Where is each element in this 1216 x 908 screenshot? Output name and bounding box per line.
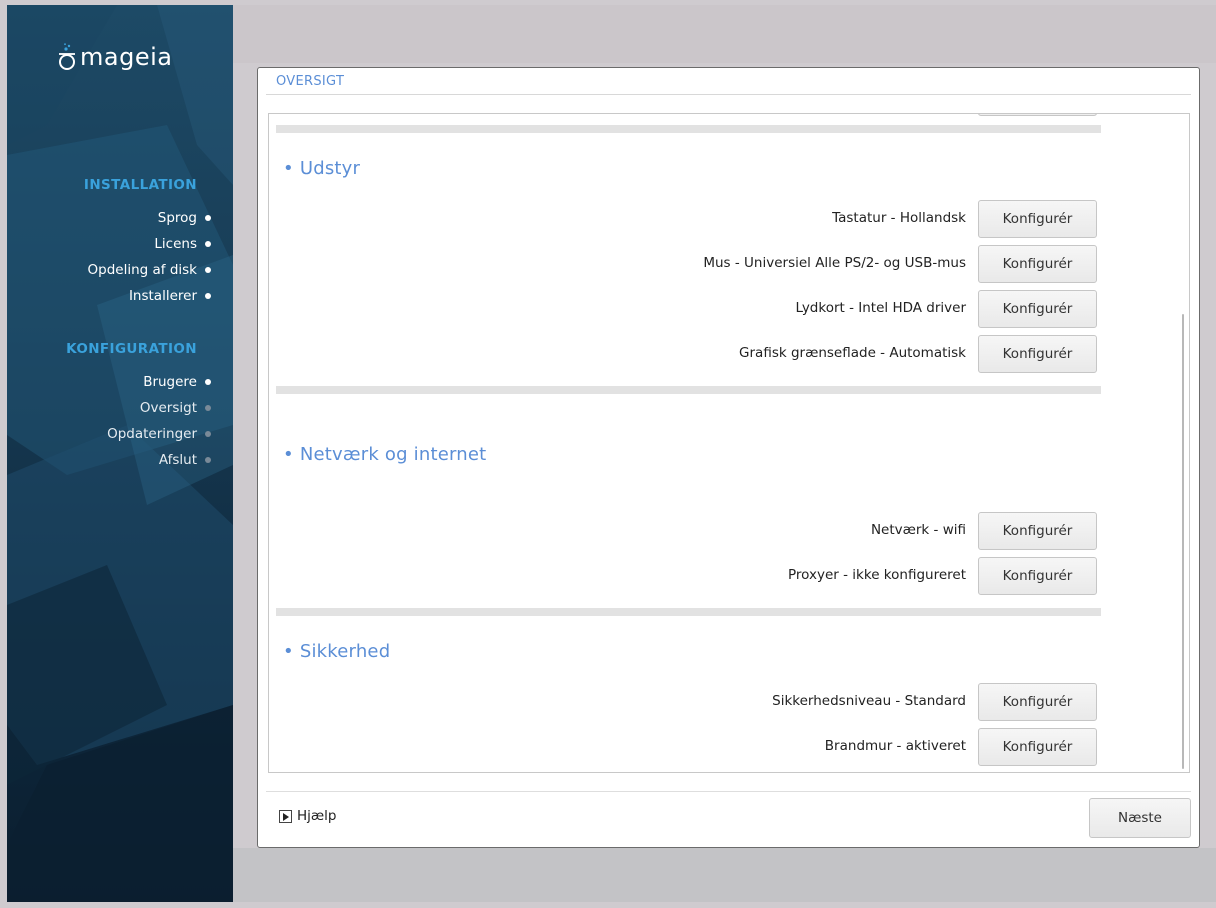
category-separator [276,608,1101,616]
configure-proxy-button[interactable]: Konfigurér [978,557,1097,595]
help-expander[interactable]: Hjælp [279,808,336,824]
footer-divider [266,791,1191,792]
summary-row-sikkerhedsniveau: Sikkerhedsniveau - Standard Konfigurér [269,683,1099,721]
step-opdateringer: Opdateringer [107,426,211,442]
summary-row-grafisk: Grafisk grænseflade - Automatisk Konfigu… [269,335,1099,373]
category-heading-sikkerhed: • Sikkerhed [283,641,391,662]
step-oversigt: Oversigt [140,400,211,416]
page-title: OVERSIGT [276,74,345,89]
summary-row-mus: Mus - Universiel Alle PS/2- og USB-mus K… [269,245,1099,283]
summary-row-label: Brandmur - aktiveret [824,738,966,754]
step-done-dot-icon [205,293,211,299]
configure-firewall-button[interactable]: Konfigurér [978,728,1097,766]
summary-row-label: Sikkerhedsniveau - Standard [772,693,966,709]
step-brugere: Brugere [143,374,211,390]
summary-row-tastatur: Tastatur - Hollandsk Konfigurér [269,200,1099,238]
step-pending-dot-icon [205,405,211,411]
mageia-cauldron-icon [59,43,75,70]
step-afslut: Afslut [159,452,211,468]
help-label: Hjælp [297,808,337,824]
step-opdeling-af-disk: Opdeling af disk [88,262,211,278]
summary-row-label: Grafisk grænseflade - Automatisk [739,345,966,361]
step-done-dot-icon [205,267,211,273]
step-done-dot-icon [205,379,211,385]
expand-triangle-icon [279,809,292,823]
summary-row-lydkort: Lydkort - Intel HDA driver Konfigurér [269,290,1099,328]
step-licens: Licens [154,236,211,252]
category-separator [276,125,1101,133]
summary-row-label: Netværk - wifi [870,522,966,538]
category-heading-udstyr: • Udstyr [283,158,361,179]
summary-row-label: Lydkort - Intel HDA driver [795,300,966,316]
logo-wordmark: mageia [80,43,173,71]
section-title-installation: INSTALLATION [83,177,197,193]
summary-row-label: Mus - Universiel Alle PS/2- og USB-mus [703,255,966,271]
step-done-dot-icon [205,241,211,247]
category-separator [276,386,1101,394]
step-done-dot-icon [205,215,211,221]
background-bottom-strip [233,848,1216,902]
summary-row-brandmur: Brandmur - aktiveret Konfigurér [269,728,1099,766]
configure-network-button[interactable]: Konfigurér [978,512,1097,550]
configure-graphics-button[interactable]: Konfigurér [978,335,1097,373]
step-installerer: Installerer [129,288,211,304]
summary-row-label: Tastatur - Hollandsk [832,210,966,226]
summary-row-label: Proxyer - ikke konfigureret [788,567,966,583]
summary-row-netvaerk: Netværk - wifi Konfigurér [269,512,1099,550]
summary-row-proxyer: Proxyer - ikke konfigureret Konfigurér [269,557,1099,595]
mageia-logo: mageia [57,43,172,71]
background-top-strip [233,5,1216,63]
title-divider [266,94,1191,95]
configure-security-level-button[interactable]: Konfigurér [978,683,1097,721]
vertical-scrollbar[interactable] [1182,314,1184,769]
configure-mouse-button[interactable]: Konfigurér [978,245,1097,283]
category-heading-netvaerk: • Netværk og internet [283,444,487,465]
configure-soundcard-button[interactable]: Konfigurér [978,290,1097,328]
configure-keyboard-button[interactable]: Konfigurér [978,200,1097,238]
summary-scroll-area[interactable]: • Udstyr Tastatur - Hollandsk Konfigurér … [268,113,1190,773]
section-title-konfiguration: KONFIGURATION [66,341,197,357]
summary-panel: OVERSIGT • Udstyr Tastatur - Hollandsk Ko… [257,67,1200,848]
step-pending-dot-icon [205,457,211,463]
sidebar: mageia INSTALLATION Sprog Licens Opdelin… [7,5,233,902]
step-pending-dot-icon [205,431,211,437]
step-sprog: Sprog [158,210,211,226]
partially-hidden-button[interactable] [978,114,1097,116]
next-button[interactable]: Næste [1089,798,1191,838]
